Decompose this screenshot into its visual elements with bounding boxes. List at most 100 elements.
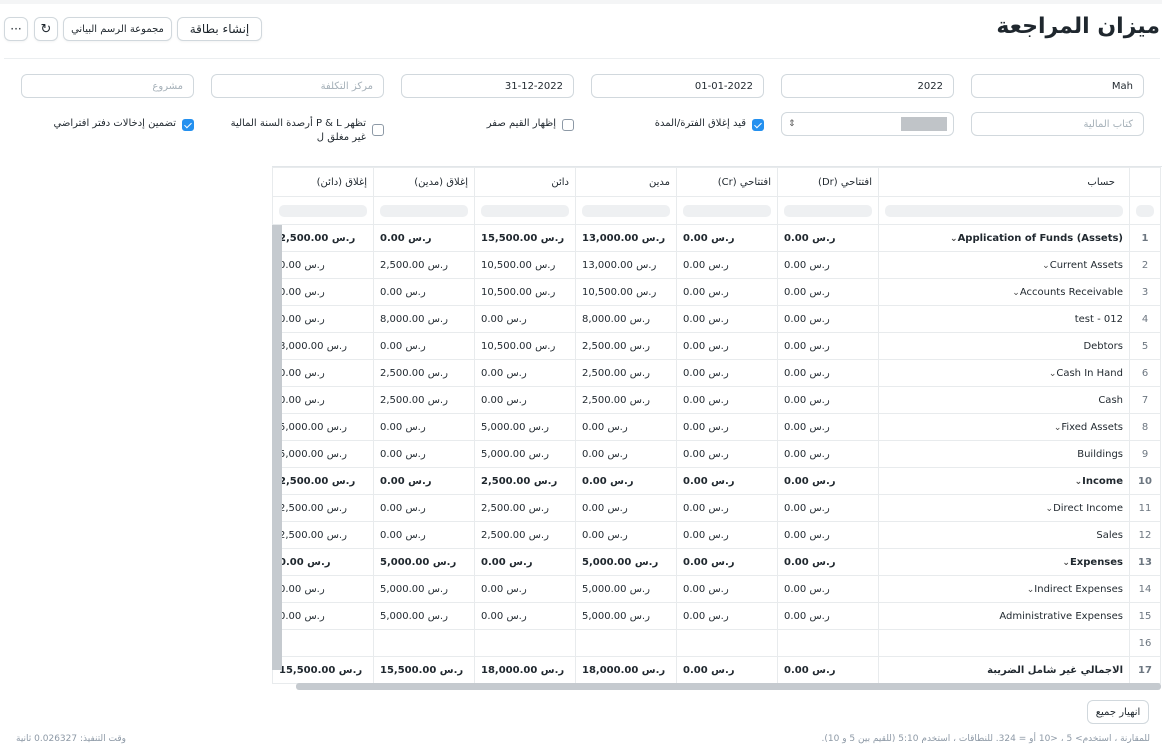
amount-cell: ر.س 2,500.00 xyxy=(373,359,475,387)
show-unclosed-checkbox[interactable]: تظهر P & L أرصدة السنة المالية غير مغلق … xyxy=(224,117,384,145)
account-cell[interactable]: Cash xyxy=(878,386,1130,414)
account-cell[interactable]: Buildings xyxy=(878,440,1130,468)
amount-cell xyxy=(373,629,475,657)
table-row[interactable]: 11 Direct Income⌄ ر.س 0.00 ر.س 0.00 ر.س 0.00… xyxy=(272,494,1161,522)
account-cell[interactable]: test - 012 xyxy=(878,305,1130,333)
col-closing-cr[interactable]: إغلاق (دائن) xyxy=(272,167,374,197)
row-number: 7 xyxy=(1129,386,1161,414)
to-date-field[interactable]: 31-12-2022 xyxy=(401,74,574,98)
select-field[interactable]: ⇕ xyxy=(781,112,954,136)
table-row[interactable]: 7 Cash ر.س 0.00 ر.س 0.00 ر.س 2,500.00 ر.س 0.0… xyxy=(272,386,1161,414)
company-field[interactable]: Mah xyxy=(971,74,1144,98)
table-row[interactable]: 14 Indirect Expenses⌄ ر.س 0.00 ر.س 0.00 ر.س … xyxy=(272,575,1161,603)
col-opening-dr[interactable]: افتتاحي (Dr) xyxy=(777,167,879,197)
amount-cell: ر.س 5,000.00 xyxy=(474,413,576,441)
col-credit[interactable]: دائن xyxy=(474,167,576,197)
filter-input[interactable] xyxy=(279,204,367,217)
col-opening-cr[interactable]: افتتاحي (Cr) xyxy=(676,167,778,197)
amount-cell: ر.س 0.00 xyxy=(474,575,576,603)
filter-input[interactable] xyxy=(1136,204,1154,217)
checkbox-icon xyxy=(372,124,384,136)
account-cell[interactable]: Expenses⌄ xyxy=(878,548,1130,576)
chevron-down-icon[interactable]: ⌄ xyxy=(1062,558,1070,568)
filter-input[interactable] xyxy=(582,204,670,217)
account-cell[interactable]: Administrative Expenses xyxy=(878,602,1130,630)
fiscal-year-field[interactable]: 2022 xyxy=(781,74,954,98)
table-row[interactable]: 6 Cash In Hand⌄ ر.س 0.00 ر.س 0.00 ر.س 2,500.… xyxy=(272,359,1161,387)
account-cell[interactable]: Fixed Assets⌄ xyxy=(878,413,1130,441)
create-card-button[interactable]: إنشاء بطاقة xyxy=(177,17,262,41)
table-row[interactable]: 12 Sales ر.س 0.00 ر.س 0.00 ر.س 0.00 ر.س 2,500… xyxy=(272,521,1161,549)
cost-center-field[interactable]: مركز التكلفة xyxy=(211,74,384,98)
table-row[interactable]: 15 Administrative Expenses ر.س 0.00 ر.س 0.0… xyxy=(272,602,1161,630)
table-row[interactable]: 9 Buildings ر.س 0.00 ر.س 0.00 ر.س 0.00 ر.س 5,… xyxy=(272,440,1161,468)
amount-cell: ر.س 0.00 xyxy=(676,521,778,549)
account-cell[interactable]: Debtors xyxy=(878,332,1130,360)
table-row[interactable]: 4 test - 012 ر.س 0.00 ر.س 0.00 ر.س 8,000.00 ر… xyxy=(272,305,1161,333)
filter-input[interactable] xyxy=(380,204,468,217)
table-row[interactable]: 3 Accounts Receivable⌄ ر.س 0.00 ر.س 0.00 ر.س… xyxy=(272,278,1161,306)
account-cell[interactable]: Income⌄ xyxy=(878,467,1130,495)
amount-cell xyxy=(474,629,576,657)
chevron-down-icon[interactable]: ⌄ xyxy=(1042,261,1050,271)
table-row[interactable]: 1 Application of Funds (Assets)⌄ ر.س 0.00 ر… xyxy=(272,224,1161,252)
account-cell[interactable]: Application of Funds (Assets)⌄ xyxy=(878,224,1130,252)
amount-cell: ر.س 10,500.00 xyxy=(575,278,677,306)
account-name: Current Assets xyxy=(1049,259,1123,271)
row-number: 5 xyxy=(1129,332,1161,360)
from-date-field[interactable]: 01-01-2022 xyxy=(591,74,764,98)
collapse-all-button[interactable]: انهيار جميع xyxy=(1087,700,1149,724)
table-row[interactable]: 5 Debtors ر.س 0.00 ر.س 0.00 ر.س 2,500.00 ر.س … xyxy=(272,332,1161,360)
table-row[interactable]: 2 Current Assets⌄ ر.س 0.00 ر.س 0.00 ر.س 13,0… xyxy=(272,251,1161,279)
account-cell[interactable]: Cash In Hand⌄ xyxy=(878,359,1130,387)
account-cell[interactable]: Indirect Expenses⌄ xyxy=(878,575,1130,603)
table-row[interactable]: 13 Expenses⌄ ر.س 0.00 ر.س 0.00 ر.س 5,000.00 ر… xyxy=(272,548,1161,576)
account-cell[interactable]: Accounts Receivable⌄ xyxy=(878,278,1130,306)
amount-cell: ر.س 5,000.00 xyxy=(272,440,374,468)
refresh-icon[interactable]: ↻ xyxy=(34,17,58,41)
include-default-checkbox[interactable]: تضمين إدخالات دفتر افتراضي xyxy=(54,117,194,131)
account-cell[interactable]: Sales xyxy=(878,521,1130,549)
account-cell[interactable]: Direct Income⌄ xyxy=(878,494,1130,522)
horizontal-scrollbar[interactable] xyxy=(296,683,1161,690)
amount-cell: ر.س 0.00 xyxy=(676,575,778,603)
amount-cell: ر.س 15,500.00 xyxy=(373,656,475,684)
col-closing-dr[interactable]: إغلاق (مدين) xyxy=(373,167,475,197)
period-closing-label: قيد إغلاق الفترة/المدة xyxy=(654,118,746,129)
filter-input[interactable] xyxy=(683,204,771,217)
row-number: 14 xyxy=(1129,575,1161,603)
chevron-down-icon[interactable]: ⌄ xyxy=(1012,288,1020,298)
select-arrows-icon: ⇕ xyxy=(788,119,796,129)
table-row[interactable]: 16 xyxy=(272,629,1161,657)
amount-cell: ر.س 0.00 xyxy=(272,602,374,630)
filter-input[interactable] xyxy=(784,204,872,217)
show-unclosed-label: تظهر P & L أرصدة السنة المالية غير مغلق … xyxy=(230,118,366,143)
filter-input[interactable] xyxy=(481,204,569,217)
chart-group-button[interactable]: مجموعة الرسم البياني xyxy=(63,17,172,41)
chevron-down-icon[interactable]: ⌄ xyxy=(1046,504,1054,514)
amount-cell: ر.س 0.00 xyxy=(272,575,374,603)
period-closing-checkbox[interactable]: قيد إغلاق الفترة/المدة xyxy=(655,117,764,131)
show-zero-checkbox[interactable]: إظهار القيم صفر xyxy=(487,117,574,131)
amount-cell: ر.س 0.00 xyxy=(676,386,778,414)
account-cell[interactable]: الاجمالي غير شامل الضريبة xyxy=(878,656,1130,684)
col-debit[interactable]: مدين xyxy=(575,167,677,197)
amount-cell: ر.س 2,500.00 xyxy=(575,386,677,414)
filter-input[interactable] xyxy=(885,204,1123,217)
more-icon[interactable]: ··· xyxy=(4,17,28,41)
amount-cell: ر.س 0.00 xyxy=(373,278,475,306)
chevron-down-icon[interactable]: ⌄ xyxy=(950,234,958,244)
amount-cell: ر.س 8,000.00 xyxy=(373,305,475,333)
table-row[interactable]: 17 الاجمالي غير شامل الضريبة ر.س 0.00 ر.س 0… xyxy=(272,656,1161,684)
finance-book-field[interactable]: كتاب المالية xyxy=(971,112,1144,136)
account-cell[interactable] xyxy=(878,629,1130,657)
table-row[interactable]: 10 Income⌄ ر.س 0.00 ر.س 0.00 ر.س 0.00 ر.س 2,5… xyxy=(272,467,1161,495)
col-account[interactable]: حساب xyxy=(878,167,1130,197)
account-cell[interactable]: Current Assets⌄ xyxy=(878,251,1130,279)
account-name: الاجمالي غير شامل الضريبة xyxy=(987,664,1123,676)
project-field[interactable]: مشروع xyxy=(21,74,194,98)
vertical-scrollbar[interactable] xyxy=(272,225,282,670)
table-row[interactable]: 8 Fixed Assets⌄ ر.س 0.00 ر.س 0.00 ر.س 0.00 ر.… xyxy=(272,413,1161,441)
account-name: Direct Income xyxy=(1053,502,1123,514)
header-row: حساب افتتاحي (Dr) افتتاحي (Cr) مدين دائن… xyxy=(272,167,1161,197)
